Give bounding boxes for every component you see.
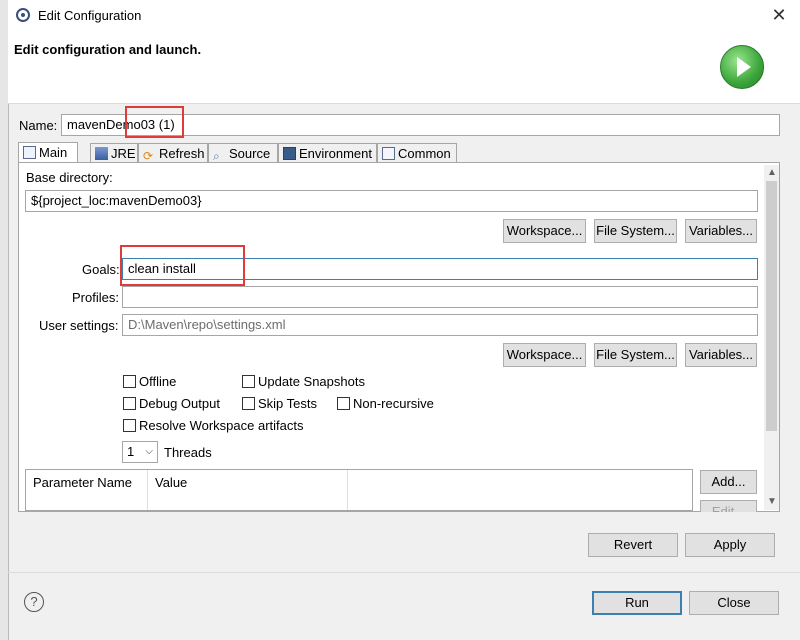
base-workspace-button[interactable]: Workspace... bbox=[503, 219, 586, 243]
chevron-down-icon: ⌵ bbox=[145, 446, 153, 457]
tab-refresh[interactable]: ⟳ Refresh bbox=[138, 143, 208, 163]
offline-label: Offline bbox=[139, 374, 177, 389]
dialog-header: Edit configuration and launch. bbox=[8, 31, 800, 104]
tab-environment[interactable]: Environment bbox=[278, 143, 377, 163]
apply-button[interactable]: Apply bbox=[685, 533, 775, 557]
parameters-table[interactable]: Parameter Name Value bbox=[25, 469, 693, 511]
debug-output-label: Debug Output bbox=[139, 396, 220, 411]
settings-filesystem-button[interactable]: File System... bbox=[594, 343, 677, 367]
main-tab-icon bbox=[23, 146, 36, 159]
common-icon bbox=[382, 147, 395, 160]
base-filesystem-button[interactable]: File System... bbox=[594, 219, 677, 243]
background-window bbox=[0, 0, 8, 640]
threads-select[interactable]: 1 ⌵ bbox=[122, 441, 158, 463]
skip-tests-label: Skip Tests bbox=[258, 396, 318, 411]
tab-common[interactable]: Common bbox=[377, 143, 457, 163]
goals-label: Goals: bbox=[82, 262, 120, 277]
profiles-field[interactable] bbox=[122, 286, 758, 308]
add-parameter-button[interactable]: Add... bbox=[700, 470, 757, 494]
footer-divider bbox=[8, 572, 800, 573]
settings-variables-button[interactable]: Variables... bbox=[685, 343, 757, 367]
column-header-value[interactable]: Value bbox=[148, 470, 348, 510]
update-snapshots-label: Update Snapshots bbox=[258, 374, 365, 389]
tab-main[interactable]: Main bbox=[18, 142, 78, 163]
name-label: Name: bbox=[19, 118, 58, 133]
close-button[interactable]: Close bbox=[689, 591, 779, 615]
eclipse-icon bbox=[16, 8, 30, 22]
tab-main-label: Main bbox=[39, 145, 68, 160]
update-snapshots-checkbox[interactable] bbox=[242, 375, 255, 388]
tab-jre-label: JRE bbox=[111, 146, 136, 161]
close-icon[interactable]: ✕ bbox=[768, 4, 790, 26]
scroll-thumb[interactable] bbox=[766, 181, 777, 431]
threads-label: Threads bbox=[164, 445, 212, 460]
non-recursive-checkbox[interactable] bbox=[337, 397, 350, 410]
environment-icon bbox=[283, 147, 296, 160]
scroll-up-icon[interactable]: ▲ bbox=[767, 168, 777, 178]
tab-source[interactable]: ⌕ Source bbox=[208, 143, 278, 163]
base-directory-field[interactable]: ${project_loc:mavenDemo03} bbox=[25, 190, 758, 212]
base-variables-button[interactable]: Variables... bbox=[685, 219, 757, 243]
resolve-workspace-label: Resolve Workspace artifacts bbox=[139, 418, 304, 433]
resolve-workspace-checkbox[interactable] bbox=[123, 419, 136, 432]
threads-value: 1 bbox=[127, 444, 135, 459]
settings-workspace-button[interactable]: Workspace... bbox=[503, 343, 586, 367]
vertical-scrollbar[interactable]: ▲ ▼ bbox=[764, 165, 779, 510]
user-settings-field[interactable]: D:\Maven\repo\settings.xml bbox=[122, 314, 758, 336]
run-banner-icon bbox=[720, 45, 764, 89]
tab-source-label: Source bbox=[229, 146, 271, 161]
base-directory-label: Base directory: bbox=[26, 170, 113, 185]
revert-button[interactable]: Revert bbox=[588, 533, 678, 557]
user-settings-label: User settings: bbox=[39, 318, 119, 333]
title-bar: Edit Configuration ✕ bbox=[8, 0, 800, 31]
tab-environment-label: Environment bbox=[299, 146, 372, 161]
name-field[interactable]: mavenDemo03 (1) bbox=[61, 114, 780, 136]
tab-jre[interactable]: JRE bbox=[90, 143, 138, 163]
offline-checkbox[interactable] bbox=[123, 375, 136, 388]
non-recursive-label: Non-recursive bbox=[353, 396, 434, 411]
run-button[interactable]: Run bbox=[592, 591, 682, 615]
window-title: Edit Configuration bbox=[38, 8, 142, 23]
debug-output-checkbox[interactable] bbox=[123, 397, 136, 410]
tab-common-label: Common bbox=[398, 146, 451, 161]
goals-field[interactable]: clean install bbox=[122, 258, 758, 280]
tab-refresh-label: Refresh bbox=[159, 146, 205, 161]
scroll-down-icon[interactable]: ▼ bbox=[767, 497, 777, 507]
header-title: Edit configuration and launch. bbox=[14, 42, 202, 57]
column-header-parameter-name[interactable]: Parameter Name bbox=[26, 470, 148, 510]
profiles-label: Profiles: bbox=[72, 290, 119, 305]
jre-icon bbox=[95, 147, 108, 160]
help-icon[interactable]: ? bbox=[24, 592, 44, 612]
skip-tests-checkbox[interactable] bbox=[242, 397, 255, 410]
edit-parameter-button[interactable]: Edit... bbox=[700, 500, 757, 512]
